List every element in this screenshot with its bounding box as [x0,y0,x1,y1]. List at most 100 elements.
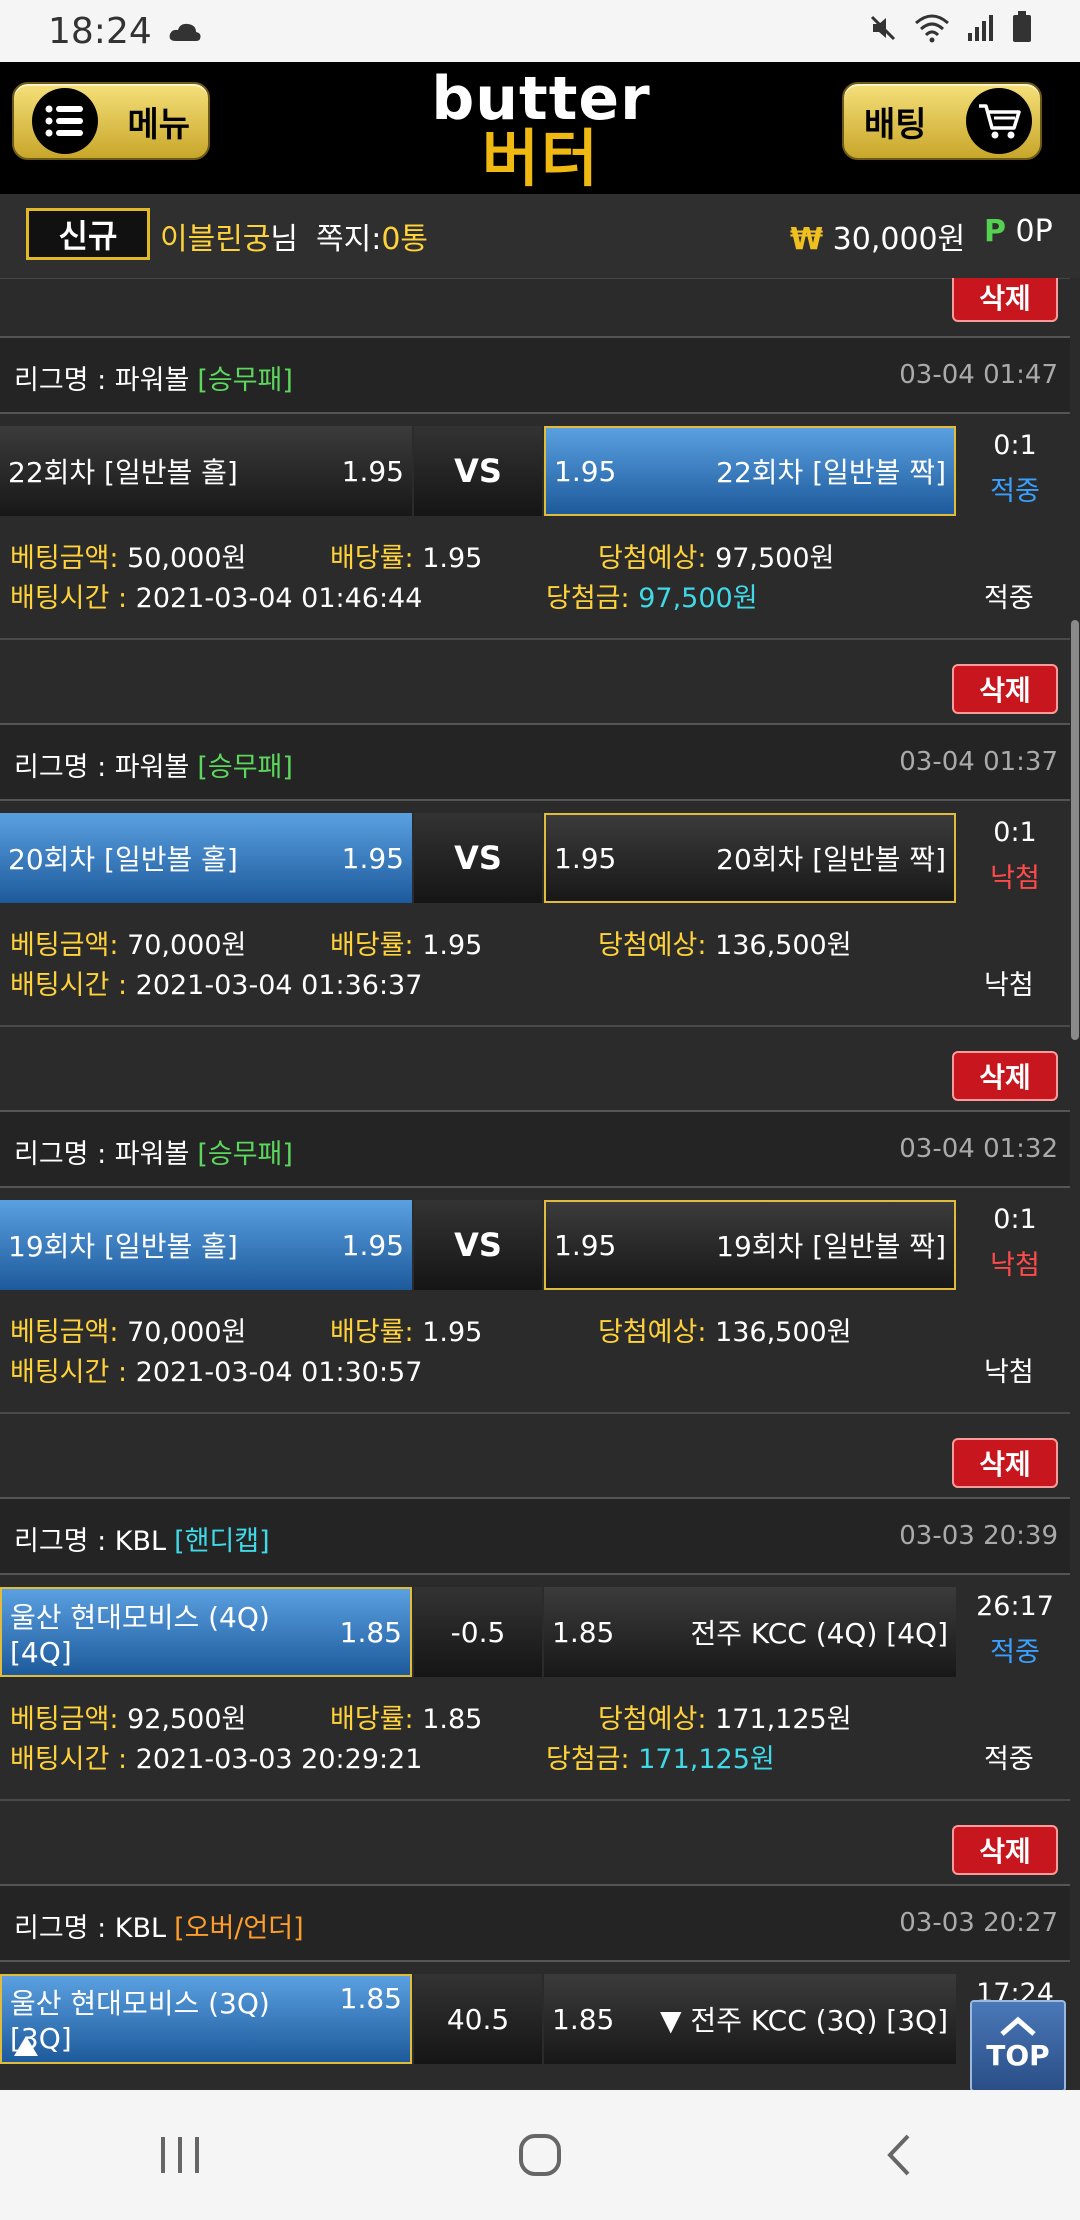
bet-type: [승무패] [197,1139,293,1170]
expected-value: 136,500원 [715,1317,852,1348]
score-column: 0:1 낙첨 [960,813,1070,903]
bet-history-list[interactable]: 삭제 리그명 : 파워볼 [승무패] 03-04 01:47 22회차 [일반볼 … [0,278,1070,2090]
prize-value: 171,125원 [638,1744,775,1775]
delete-button[interactable]: 삭제 [952,278,1058,322]
logo-korean: 버터 [481,122,601,195]
league-name-value: KBL [114,1913,167,1944]
away-team-button[interactable]: 1.85 ▼ 전주 KCC (3Q) [3Q] [544,1974,956,2064]
home-team-button[interactable]: 20회차 [일반볼 홀] 1.95 [0,813,412,903]
away-team-name: 20회차 [일반볼 짝] [716,843,946,876]
delete-button[interactable]: 삭제 [952,1825,1058,1875]
match-row: 20회차 [일반볼 홀] 1.95 VS 1.95 20회차 [일반볼 짝] 0… [0,813,1070,903]
logo-english: butter [431,64,651,134]
match-row: 울산 현대모비스 (4Q) [4Q] 1.85 -0.5 1.85 전주 KCC… [0,1587,1070,1677]
score-column: 0:1 적중 [960,426,1070,516]
wifi-icon [914,11,950,52]
expected-label: 당첨예상: [598,543,707,574]
butter-logo[interactable]: butter 버터 [424,64,658,195]
odds-label: 배당률: [330,1317,414,1348]
match-row: 22회차 [일반볼 홀] 1.95 VS 1.95 22회차 [일반볼 짝] 0… [0,426,1070,516]
user-info-bar: 신규 이블린궁님 쪽지:0통 ₩ 30,000원 P 0P [0,194,1080,279]
home-team-button[interactable]: 19회차 [일반볼 홀] 1.95 [0,1200,412,1290]
balance: ₩ 30,000원 [790,214,965,258]
expected-value: 97,500원 [715,543,835,574]
result-label: 적중 [990,1637,1040,1668]
scrollbar-thumb[interactable] [1071,620,1079,1040]
bet-amount-value: 70,000원 [127,1317,247,1348]
home-odds: 1.95 [341,454,404,488]
back-button[interactable] [840,2115,960,2195]
delete-button[interactable]: 삭제 [952,1438,1058,1488]
league-name: 리그명 : 파워볼 [승무패] [14,358,293,397]
home-button[interactable] [480,2115,600,2195]
away-team-button[interactable]: 1.95 19회차 [일반볼 짝] [544,1200,956,1290]
balance-value: 30,000원 [832,222,966,257]
bet-time: 배팅시간 : 2021-03-03 20:29:21 [10,1737,422,1776]
new-member-badge: 신규 [26,208,150,260]
expected-value: 171,125원 [715,1704,852,1735]
game-date: 03-03 20:27 [899,1908,1058,1938]
home-odds: 1.95 [341,1228,404,1262]
home-odds: 1.85 [339,1982,402,2015]
delete-button[interactable]: 삭제 [952,1051,1058,1101]
home-team-button[interactable]: 22회차 [일반볼 홀] 1.95 [0,426,412,516]
league-name-value: 파워볼 [114,752,190,783]
bet-type: [오버/언더] [174,1913,304,1944]
system-nav-bar [0,2090,1080,2220]
home-team-button[interactable]: 울산 현대모비스 (3Q) [3Q] 1.85 [0,1974,412,2064]
prize-value: 97,500원 [638,583,758,614]
won-icon: ₩ [790,222,824,257]
away-team-name: ▼ 전주 KCC (3Q) [3Q] [660,2004,948,2037]
recent-apps-button[interactable] [120,2115,240,2195]
betting-cart-button[interactable]: 배팅 [842,82,1042,160]
odds-value: 1.95 [422,930,483,961]
scroll-top-button[interactable]: TOP [970,2000,1066,2092]
league-prefix: 리그명 : [14,1526,115,1557]
top-label: TOP [986,2039,1050,2072]
user-name-text: 이블린궁 [160,222,271,257]
bet-type: [승무패] [197,752,293,783]
home-team-name: 울산 현대모비스 (4Q) [4Q] [10,1600,270,1669]
league-prefix: 리그명 : [14,1913,115,1944]
user-name-suffix: 님 [270,222,299,257]
result-label: 낙첨 [990,863,1040,894]
point-icon: P [984,214,1006,249]
bet-amount-label: 베팅금액: [10,1317,119,1348]
away-team-button[interactable]: 1.95 22회차 [일반볼 짝] [544,426,956,516]
odds: 배당률: 1.95 [330,923,482,962]
home-team-button[interactable]: 울산 현대모비스 (4Q) [4Q] 1.85 [0,1587,412,1677]
menu-button[interactable]: 메뉴 [12,82,210,160]
away-team-button[interactable]: 1.95 20회차 [일반볼 짝] [544,813,956,903]
result-label: 적중 [990,476,1040,507]
home-team-name: 울산 현대모비스 (3Q) [3Q] [10,1987,270,2055]
top-header: 메뉴 butter 버터 배팅 [0,62,1080,194]
scrollbar-track [1070,278,1080,2090]
expected-prize: 당첨예상: 171,125원 [598,1697,852,1736]
status-label: 낙첨 [984,970,1034,1001]
delete-button[interactable]: 삭제 [952,664,1058,714]
divider [0,638,1070,640]
league-name: 리그명 : 파워볼 [승무패] [14,1132,293,1171]
divider [0,1025,1070,1027]
menu-label: 메뉴 [127,104,190,145]
expected-label: 당첨예상: [598,930,707,961]
vs-box: VS [414,426,542,516]
user-name[interactable]: 이블린궁님 [160,214,298,258]
bet-time-label: 배팅시간 : [10,583,128,614]
league-prefix: 리그명 : [14,365,115,396]
bet-time-label: 배팅시간 : [10,970,128,1001]
league-row: 리그명 : 파워볼 [승무패] 03-04 01:37 [0,723,1070,801]
vs-box: VS [414,1200,542,1290]
odds-value: 1.95 [422,543,483,574]
message-count[interactable]: 쪽지:0통 [316,214,428,258]
prize-label: 당첨금: [546,583,630,614]
away-odds: 1.95 [554,454,617,488]
away-team-button[interactable]: 1.85 전주 KCC (4Q) [4Q] [544,1587,956,1677]
league-name: 리그명 : KBL [오버/언더] [14,1906,304,1945]
message-label: 쪽지: [316,222,382,257]
away-odds: 1.95 [554,841,617,875]
bet-time-value: 2021-03-03 20:29:21 [135,1744,423,1775]
away-team-name: 19회차 [일반볼 짝] [716,1230,946,1263]
signal-icon [966,11,996,52]
home-odds: 1.95 [341,841,404,875]
